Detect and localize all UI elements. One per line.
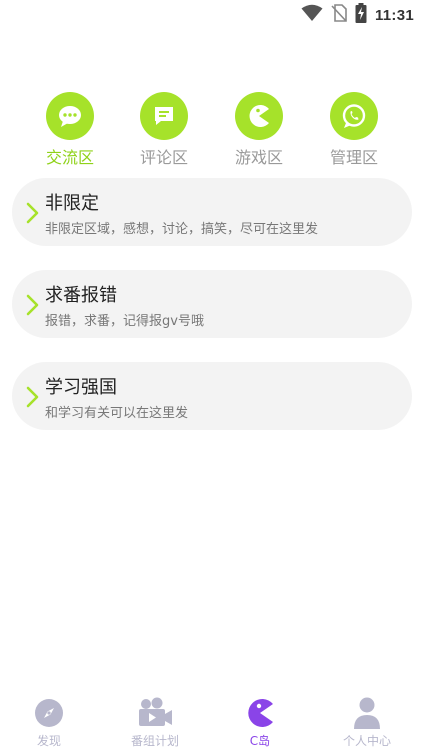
board-description: 非限定区域，感想，讨论，搞笑，尽可在这里发 bbox=[45, 222, 319, 237]
no-sim-icon bbox=[331, 4, 347, 26]
person-icon bbox=[349, 695, 385, 731]
whatsapp-icon bbox=[330, 92, 378, 140]
nav-label: 发现 bbox=[36, 734, 61, 748]
status-icons: 11:31 bbox=[301, 3, 414, 27]
chevron-right-icon bbox=[26, 386, 40, 408]
nav-label: C岛 bbox=[249, 734, 271, 748]
board-card-request[interactable]: 求番报错 报错，求番，记得报gv号哦 bbox=[12, 270, 412, 338]
chat-bubble-icon bbox=[46, 92, 94, 140]
category-exchange[interactable]: 交流区 bbox=[30, 92, 110, 168]
category-label: 评论区 bbox=[139, 148, 188, 167]
board-card-unlimited[interactable]: 非限定 非限定区域，感想，讨论，搞笑，尽可在这里发 bbox=[12, 178, 412, 246]
category-game[interactable]: 游戏区 bbox=[219, 92, 299, 168]
category-label: 管理区 bbox=[329, 148, 378, 167]
nav-label: 番组计划 bbox=[130, 734, 179, 748]
board-title: 求番报错 bbox=[45, 285, 117, 306]
pacman-icon bbox=[235, 92, 283, 140]
status-time: 11:31 bbox=[374, 6, 414, 24]
category-comment[interactable]: 评论区 bbox=[124, 92, 204, 168]
comment-icon bbox=[140, 92, 188, 140]
nav-discover[interactable]: 发现 bbox=[9, 695, 89, 749]
video-camera-icon bbox=[137, 695, 173, 731]
board-card-study[interactable]: 学习强国 和学习有关可以在这里发 bbox=[12, 362, 412, 430]
board-description: 报错，求番，记得报gv号哦 bbox=[45, 314, 204, 329]
pacman-icon bbox=[242, 695, 278, 731]
board-title: 非限定 bbox=[45, 193, 99, 214]
nav-profile[interactable]: 个人中心 bbox=[327, 695, 407, 749]
category-row: 交流区 评论区 游戏区 管理区 bbox=[0, 92, 424, 167]
compass-icon bbox=[31, 695, 67, 731]
nav-c-island[interactable]: C岛 bbox=[220, 695, 300, 749]
status-bar: 11:31 bbox=[0, 0, 424, 30]
category-label: 游戏区 bbox=[234, 148, 283, 167]
category-label: 交流区 bbox=[45, 148, 94, 167]
board-description: 和学习有关可以在这里发 bbox=[45, 406, 189, 421]
category-admin[interactable]: 管理区 bbox=[314, 92, 394, 168]
chevron-right-icon bbox=[26, 294, 40, 316]
battery-charging-icon bbox=[355, 3, 367, 27]
nav-bangumi-plan[interactable]: 番组计划 bbox=[115, 695, 195, 749]
wifi-icon bbox=[301, 4, 323, 26]
board-title: 学习强国 bbox=[45, 377, 117, 398]
chevron-right-icon bbox=[26, 202, 40, 224]
nav-label: 个人中心 bbox=[342, 734, 391, 748]
bottom-nav: 发现 番组计划 C岛 个人中心 bbox=[0, 687, 424, 753]
